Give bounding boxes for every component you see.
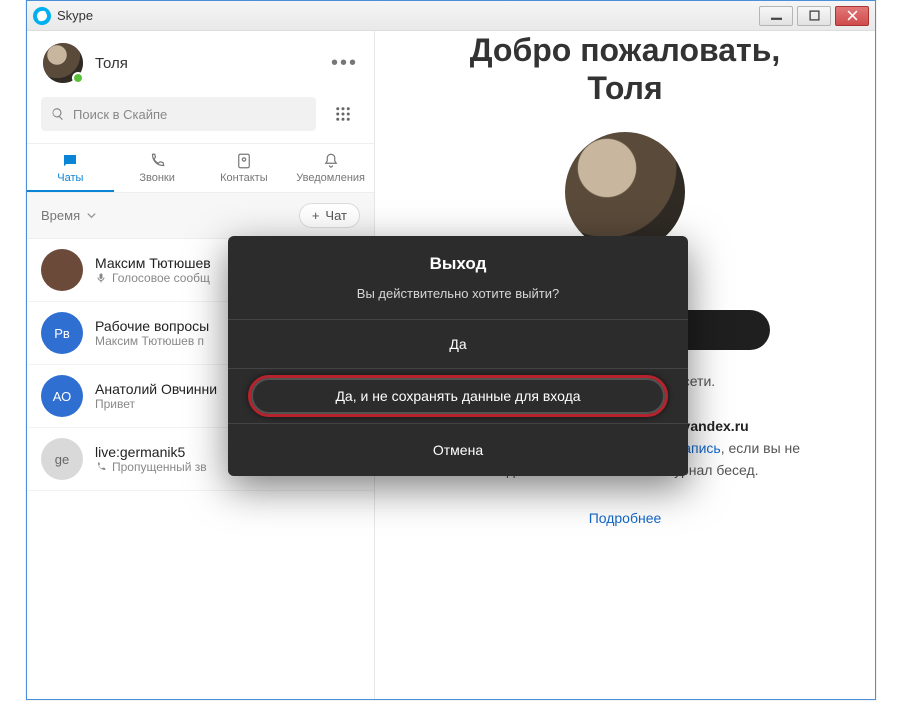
plus-icon: + [312,208,320,223]
chat-avatar: Рв [41,312,83,354]
chat-avatar [41,249,83,291]
tab-contacts-label: Контакты [220,172,268,184]
chat-subtitle: Голосовое сообщ [95,271,211,285]
new-chat-button[interactable]: + Чат [299,203,360,228]
window-title: Skype [57,8,93,23]
details-link[interactable]: Подробнее [405,510,845,526]
search-icon [51,107,65,121]
minimize-button[interactable] [759,6,793,26]
profile-name: Толя [95,55,128,72]
sort-dropdown[interactable]: Время [41,208,97,223]
chat-title: live:germanik5 [95,444,207,460]
dialog-yes-forget-button[interactable]: Да, и не сохранять данные для входа [248,375,668,417]
chevron-down-icon [86,210,97,221]
bell-icon [322,152,340,170]
chat-avatar: АО [41,375,83,417]
chat-title: Анатолий Овчинни [95,381,217,397]
section-header: Время + Чат [27,193,374,239]
welcome-line2: Толя [587,70,662,106]
search-placeholder: Поиск в Скайпе [73,107,167,122]
dialog-yes-button[interactable]: Да [228,320,688,369]
new-chat-label: Чат [325,208,347,223]
more-icon[interactable]: ••• [331,52,358,75]
chat-title: Максим Тютюшев [95,255,211,271]
dialog-title: Выход [228,236,688,286]
chat-avatar: ge [41,438,83,480]
tab-chats[interactable]: Чаты [27,144,114,192]
dialpad-button[interactable] [326,97,360,131]
tab-contacts[interactable]: Контакты [201,144,288,192]
search-input[interactable]: Поиск в Скайпе [41,97,316,131]
sort-label: Время [41,208,80,223]
welcome-avatar [565,132,685,252]
dialog-yes-forget-wrap: Да, и не сохранять данные для входа [228,369,688,424]
tab-notifications-label: Уведомления [296,172,365,184]
chat-title: Рабочие вопросы [95,318,209,334]
dialog-cancel-button[interactable]: Отмена [228,424,688,476]
welcome-line1: Добро пожаловать, [470,32,781,68]
tab-calls[interactable]: Звонки [114,144,201,192]
tab-calls-label: Звонки [139,172,175,184]
chat-subtitle: Привет [95,397,217,411]
welcome-heading: Добро пожаловать, Толя [405,31,845,108]
dialog-message: Вы действительно хотите выйти? [228,286,688,320]
tab-notifications[interactable]: Уведомления [287,144,374,192]
chat-subtitle: Максим Тютюшев п [95,334,209,348]
contacts-icon [235,152,253,170]
titlebar[interactable]: Skype [27,1,875,31]
signout-dialog: Выход Вы действительно хотите выйти? Да … [228,236,688,476]
chat-subtitle: Пропущенный зв [95,460,207,474]
maximize-button[interactable] [797,6,831,26]
profile-row[interactable]: Толя ••• [27,31,374,89]
search-row: Поиск в Скайпе [27,89,374,143]
window-controls [759,6,869,26]
presence-indicator [72,72,84,84]
close-button[interactable] [835,6,869,26]
skype-icon [33,7,51,25]
avatar[interactable] [43,43,83,83]
nav-tabs: Чаты Звонки Контакты Уведомления [27,143,374,193]
chat-icon [61,152,79,170]
phone-icon [148,152,166,170]
tab-chats-label: Чаты [57,172,83,184]
dialpad-icon [334,105,352,123]
